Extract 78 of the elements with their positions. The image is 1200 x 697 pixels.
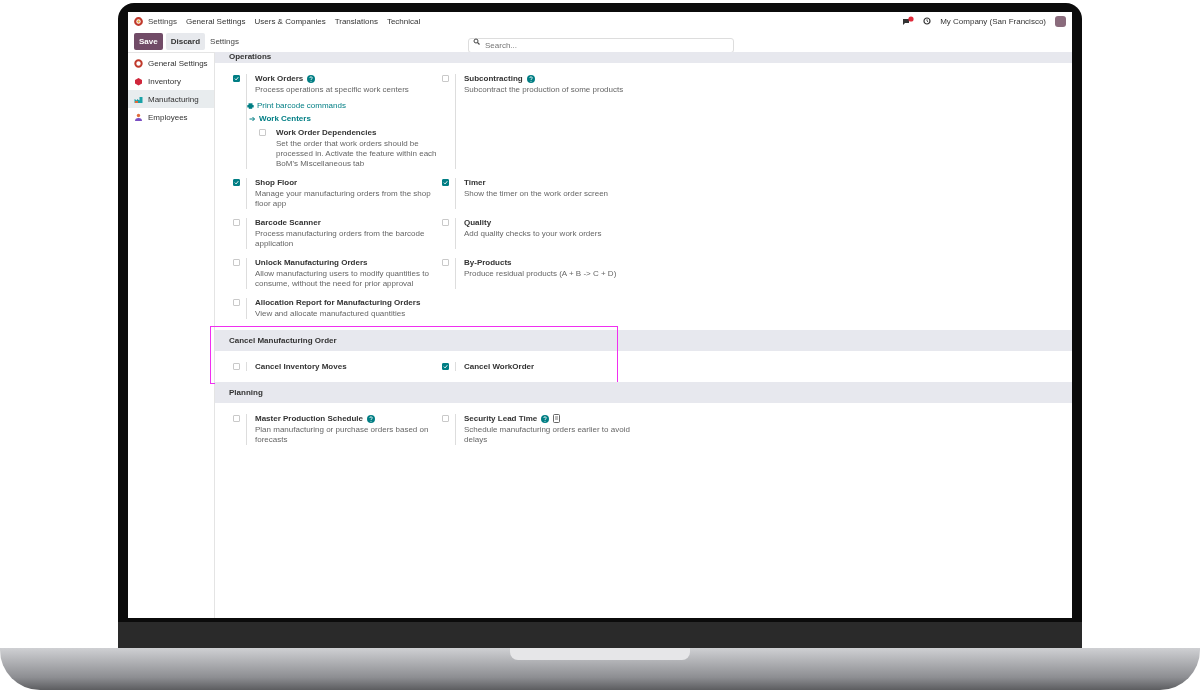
section-header: Planning [215, 382, 1072, 403]
discard-button[interactable]: Discard [165, 32, 206, 50]
app-logo-icon[interactable] [134, 16, 143, 26]
checkbox[interactable] [442, 259, 449, 266]
setting-title: Subcontracting [464, 74, 523, 83]
setting-title: Shop Floor [255, 178, 298, 187]
setting-description: Manage your manufacturing orders from the shop floor app [255, 189, 432, 209]
checkbox[interactable] [233, 179, 240, 186]
check-icon [443, 364, 448, 369]
check-icon [234, 76, 239, 81]
checkbox[interactable] [233, 363, 240, 370]
section-header: Operations [215, 52, 1072, 63]
checkbox[interactable] [233, 259, 240, 266]
chat-icon[interactable] [902, 16, 915, 26]
search-icon [473, 37, 480, 45]
checkbox[interactable] [442, 219, 449, 226]
menu-item[interactable]: Technical [386, 16, 421, 26]
setting-title: Security Lead Time [464, 414, 538, 423]
setting-description: Process manufacturing orders from the barcode application [255, 229, 426, 249]
arrow-icon [249, 115, 256, 122]
setting-title: Work Order Dependencies [276, 128, 377, 137]
link[interactable]: Work Centers [249, 114, 442, 123]
setting-title: Quality [464, 218, 492, 227]
setting-title: Cancel Inventory Moves [255, 362, 347, 371]
menu-item[interactable]: General Settings [185, 16, 246, 26]
checkbox[interactable] [442, 179, 449, 186]
setting-title: Work Orders [255, 74, 304, 83]
sidebar-item[interactable]: Inventory [128, 72, 214, 90]
printer-icon [247, 102, 254, 109]
save-button[interactable]: Save [134, 32, 163, 50]
setting-description: Add quality checks to your work orders [464, 229, 602, 239]
help-icon[interactable] [526, 74, 535, 83]
checkbox[interactable] [233, 299, 240, 306]
setting-title: Unlock Manufacturing Orders [255, 258, 368, 267]
menu-item[interactable]: Users & Companies [254, 16, 326, 26]
setting-description: View and allocate manufactured quantities [255, 309, 407, 319]
section-header: Cancel Manufacturing Order [215, 330, 1072, 351]
setting-title: Master Production Schedule [255, 414, 364, 423]
sidebar-item[interactable]: Manufacturing [128, 90, 214, 108]
breadcrumb: Settings [210, 36, 239, 46]
setting-title: By-Products [464, 258, 512, 267]
menu-item[interactable]: Translations [334, 16, 378, 26]
help-icon[interactable] [367, 414, 376, 423]
setting-description: Allow manufacturing users to modify quantities to consume, without the need for prior approval [255, 269, 430, 289]
sidebar-item[interactable]: Employees [128, 108, 214, 126]
checkbox[interactable] [233, 415, 240, 422]
setting-title: Timer [464, 178, 486, 187]
setting-title: Cancel WorkOrder [464, 362, 535, 371]
user-avatar[interactable] [1055, 15, 1066, 27]
check-icon [234, 180, 239, 185]
setting-description: Subcontract the production of some products [464, 85, 624, 95]
setting-title: Allocation Report for Manufacturing Orders [255, 298, 421, 307]
checkbox[interactable] [442, 415, 449, 422]
check-icon [443, 180, 448, 185]
checkbox[interactable] [233, 75, 240, 82]
setting-description: Show the timer on the work order screen [464, 189, 609, 199]
setting-description: Schedule manufacturing orders earlier to avoid delays [464, 425, 631, 445]
setting-title: Barcode Scanner [255, 218, 321, 227]
clock-icon[interactable] [923, 17, 932, 25]
help-icon[interactable] [541, 414, 550, 423]
setting-description: Plan manufacturing or purchase orders based on forecasts [255, 425, 430, 445]
search-field[interactable]: Search... [468, 37, 734, 53]
setting-description: Process operations at specific work centers [255, 85, 410, 95]
checkbox[interactable] [259, 129, 266, 136]
help-icon[interactable] [307, 74, 316, 83]
checkbox[interactable] [442, 75, 449, 82]
people-icon [134, 112, 143, 122]
app-title[interactable]: Settings [148, 16, 177, 26]
link[interactable]: Print barcode commands [247, 101, 442, 110]
checkbox[interactable] [233, 219, 240, 226]
checkbox[interactable] [442, 363, 449, 370]
company-switcher[interactable]: My Company (San Francisco) [940, 16, 1046, 26]
cube-icon [134, 76, 143, 86]
setting-description: Set the order that work orders should be processed in. Activate the feature within each BoM's Miscellaneous tab [276, 139, 438, 169]
setting-description: Produce residual products (A + B -> C + D) [464, 269, 617, 279]
sidebar-item[interactable]: General Settings [128, 54, 214, 72]
app-logo-icon [134, 58, 143, 68]
factory-icon [134, 94, 143, 104]
